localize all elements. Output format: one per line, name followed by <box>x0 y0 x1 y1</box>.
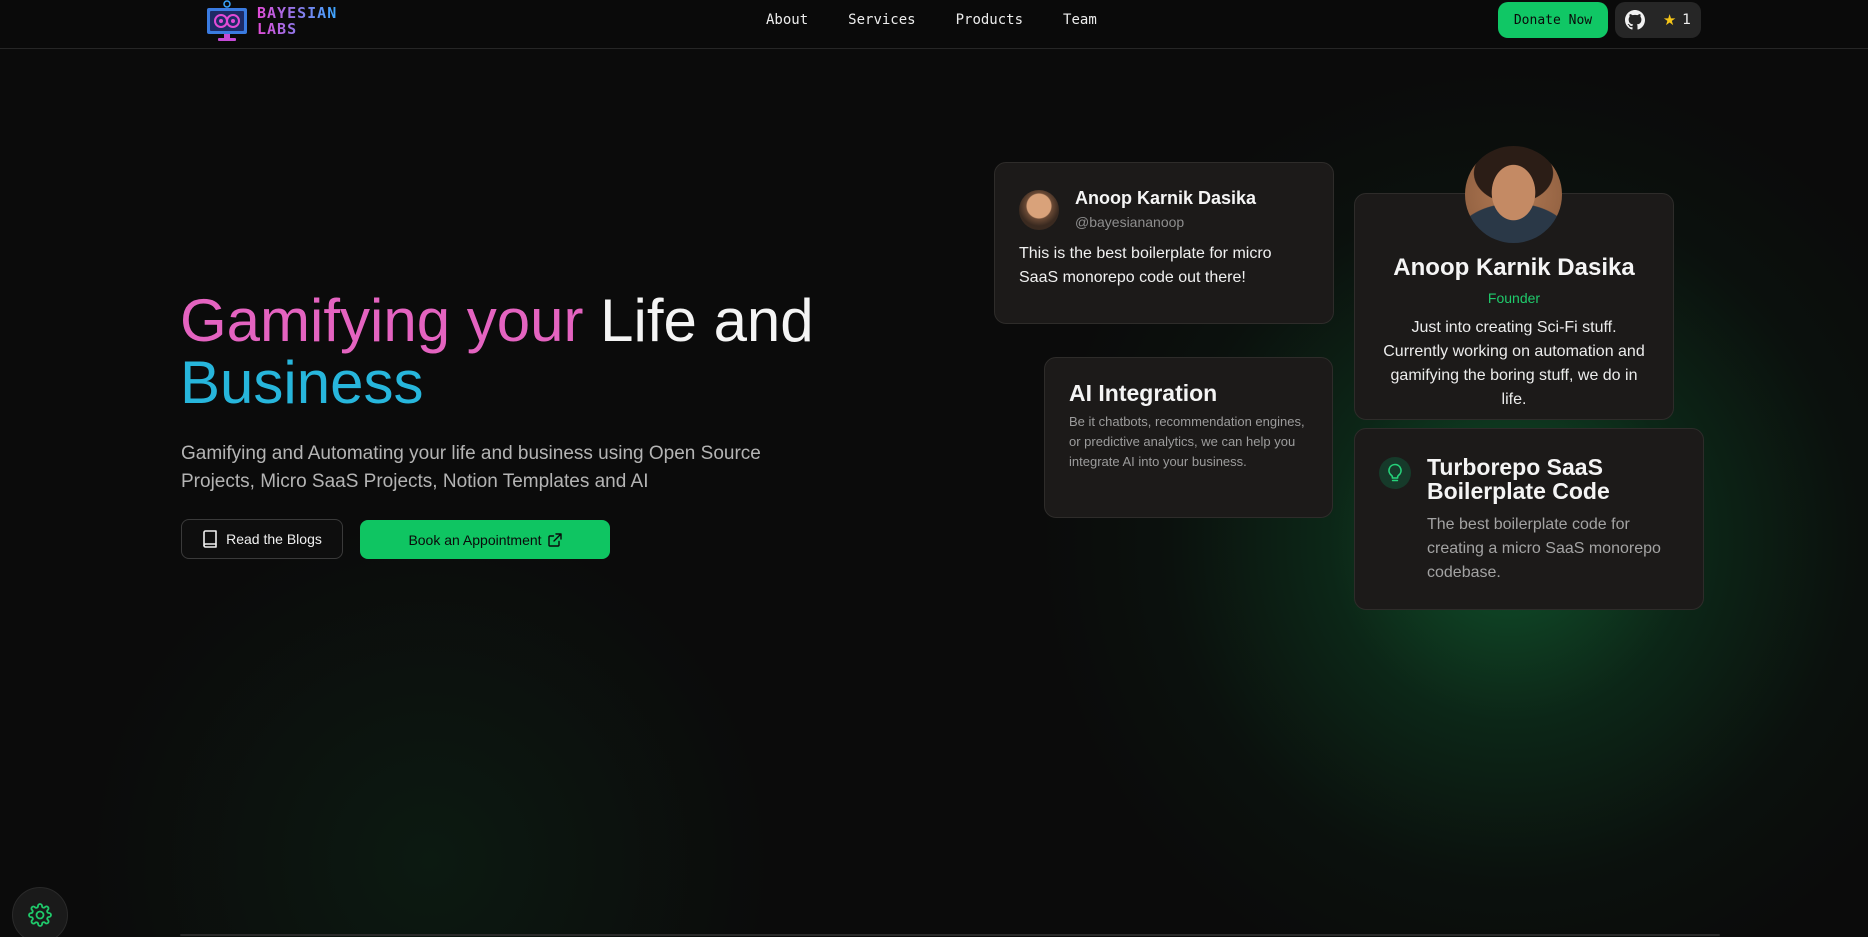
github-star-count: 1 <box>1682 12 1692 28</box>
hero-title-highlight: Gamifying your <box>180 287 584 354</box>
lightbulb-icon <box>1379 457 1411 489</box>
testimonial-handle: @bayesiananoop <box>1075 214 1185 230</box>
testimonial-author: Anoop Karnik Dasika <box>1075 188 1257 208</box>
nav-link-products[interactable]: Products <box>956 10 1023 30</box>
nav-link-services[interactable]: Services <box>848 10 915 30</box>
nav-links: About Services Products Team <box>766 10 1137 30</box>
testimonial-quote: This is the best boilerplate for micro S… <box>1019 245 1272 286</box>
turborepo-title: Turborepo SaaS Boilerplate Code <box>1427 454 1610 504</box>
turborepo-card: Turborepo SaaS Boilerplate Code The best… <box>1354 428 1704 610</box>
profile-avatar <box>1465 146 1562 243</box>
book-appointment-button[interactable]: Book an Appointment <box>360 520 610 559</box>
star-icon: ★ <box>1662 11 1677 29</box>
brand-name: BAYESIAN LABS <box>257 5 337 37</box>
profile-bio: Just into creating Sci-Fi stuff. Current… <box>1383 319 1645 408</box>
book-appointment-label: Book an Appointment <box>408 531 542 548</box>
ai-integration-card: AI Integration Be it chatbots, recommend… <box>1044 357 1333 518</box>
nav-link-team[interactable]: Team <box>1063 10 1097 30</box>
hero-title: Gamifying your Life and Business <box>180 290 900 414</box>
hero-subtitle: Gamifying and Automating your life and b… <box>181 443 761 492</box>
brand-name-line1: BAYESIAN <box>257 4 338 22</box>
profile-name: Anoop Karnik Dasika <box>1393 254 1635 281</box>
brand-logo[interactable]: BAYESIAN LABS <box>205 0 337 42</box>
section-divider <box>180 934 1720 936</box>
read-blogs-button[interactable]: Read the Blogs <box>181 519 343 559</box>
avatar <box>1019 190 1059 230</box>
testimonial-card: Anoop Karnik Dasika @bayesiananoop This … <box>994 162 1334 324</box>
read-blogs-label: Read the Blogs <box>226 531 322 547</box>
hero-title-business: Business <box>180 349 424 416</box>
brand-name-line2: LABS <box>257 20 298 38</box>
settings-button[interactable] <box>12 887 68 937</box>
logo-icon <box>207 0 247 41</box>
testimonial-header: Anoop Karnik Dasika @bayesiananoop <box>1019 187 1309 230</box>
navbar: BAYESIAN LABS About Services Products Te… <box>0 0 1868 49</box>
book-icon <box>203 530 217 548</box>
ai-integration-title: AI Integration <box>1069 380 1218 406</box>
ai-integration-description: Be it chatbots, recommendation engines, … <box>1069 414 1305 469</box>
turborepo-description: The best boilerplate code for creating a… <box>1427 516 1661 581</box>
github-stars-button[interactable]: ★ 1 <box>1615 2 1701 38</box>
nav-link-about[interactable]: About <box>766 10 808 30</box>
page: BAYESIAN LABS About Services Products Te… <box>0 0 1868 937</box>
donate-button[interactable]: Donate Now <box>1498 2 1608 38</box>
github-icon <box>1624 10 1645 30</box>
hero-title-middle: Life and <box>600 287 814 354</box>
profile-role: Founder <box>1487 290 1541 306</box>
external-link-icon <box>547 532 562 547</box>
gear-icon <box>28 903 52 927</box>
